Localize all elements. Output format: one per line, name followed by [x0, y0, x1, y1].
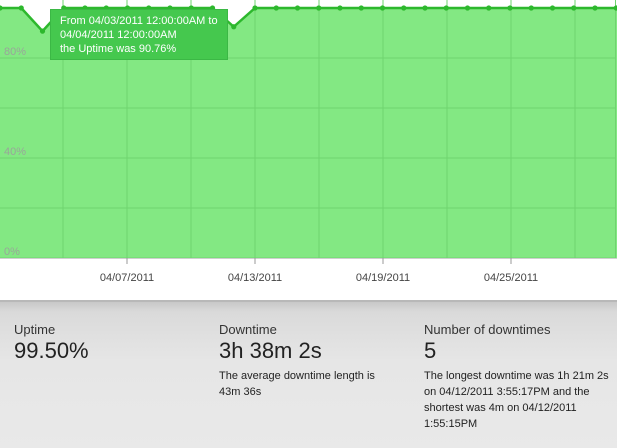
y-tick-label: 40%	[4, 146, 26, 158]
data-point	[592, 5, 598, 11]
downtime-label: Downtime	[219, 322, 277, 337]
data-point	[443, 5, 449, 11]
downtime-value: 3h 38m 2s	[219, 338, 322, 363]
uptime-chart: 0% 40% 80% 04/07/2011 04/13/2011 04/19/2011 04…	[0, 0, 617, 300]
x-tick-label: 04/25/2011	[484, 272, 538, 284]
chart-tooltip: From 04/03/2011 12:00:00AM to 04/04/2011…	[50, 9, 228, 60]
downtime-note: The average downtime length is 43m 36s	[219, 370, 375, 398]
downtime-count-label: Number of downtimes	[424, 322, 551, 337]
data-point	[422, 5, 428, 11]
data-point	[528, 5, 534, 11]
data-point	[252, 5, 258, 11]
data-point	[401, 5, 407, 11]
data-point	[231, 24, 237, 30]
downtime-count-value: 5	[424, 338, 437, 363]
x-tick-label: 04/13/2011	[228, 272, 282, 284]
tooltip-line-1: From 04/03/2011 12:00:00AM to	[60, 15, 218, 27]
downtime-count-stat: Number of downtimes 5 The longest downti…	[424, 322, 609, 432]
downtime-count-note: The longest downtime was 1h 21m 2s on 04…	[424, 370, 609, 430]
data-point	[18, 5, 24, 11]
uptime-label: Uptime	[14, 322, 56, 337]
x-tick-label: 04/19/2011	[356, 272, 410, 284]
y-tick-label: 0%	[4, 246, 20, 258]
data-point	[316, 5, 322, 11]
data-point	[486, 5, 492, 11]
data-point	[337, 5, 343, 11]
data-point	[358, 5, 364, 11]
tooltip-line-2: 04/04/2011 12:00:00AM	[60, 29, 177, 41]
downtime-stat: Downtime 3h 38m 2s The average downtime …	[219, 322, 389, 400]
data-point	[273, 5, 279, 11]
data-point	[39, 28, 46, 34]
tooltip-line-3: the Uptime was 90.76%	[60, 43, 177, 55]
data-point	[549, 5, 556, 11]
data-point	[571, 5, 577, 11]
y-tick-label: 80%	[4, 46, 26, 58]
stats-panel: Uptime 99.50% Downtime 3h 38m 2s The ave…	[0, 300, 617, 448]
uptime-stat: Uptime 99.50%	[14, 322, 89, 364]
data-point	[294, 5, 301, 11]
data-point	[507, 5, 513, 11]
uptime-value: 99.50%	[14, 338, 89, 363]
x-tick-label: 04/07/2011	[100, 272, 154, 284]
data-point	[464, 5, 471, 11]
data-point	[379, 5, 386, 11]
